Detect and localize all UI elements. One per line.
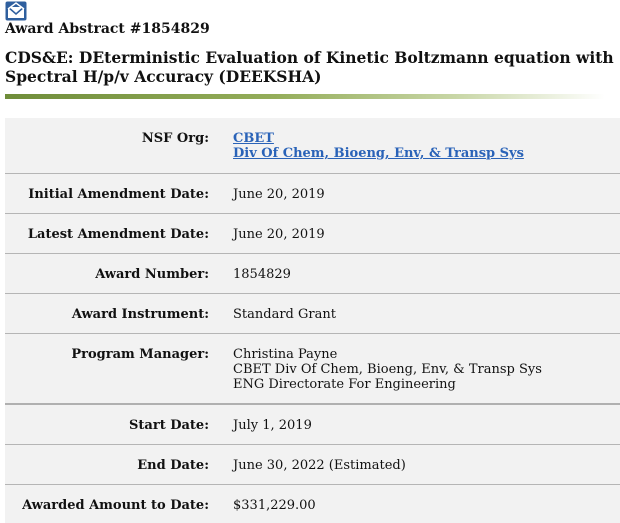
award-header: Award Abstract #1854829 CDS&E: DEtermini…: [0, 0, 620, 118]
program-manager-label: Program Manager:: [71, 347, 209, 362]
award-instrument-value: Standard Grant: [233, 307, 336, 322]
award-info-table: NSF Org: CBET Div Of Chem, Bioeng, Env, …: [5, 118, 620, 523]
row-program-manager: Program Manager: Christina Payne CBET Di…: [5, 334, 620, 405]
division-link[interactable]: Div Of Chem, Bioeng, Env, & Transp Sys: [233, 146, 524, 161]
nsf-org-label: NSF Org:: [141, 131, 209, 146]
latest-amendment-label: Latest Amendment Date:: [27, 227, 209, 242]
program-manager-division: CBET Div Of Chem, Bioeng, Env, & Transp …: [233, 362, 542, 377]
end-date-value: June 30, 2022 (Estimated): [233, 458, 406, 473]
row-end-date: End Date: June 30, 2022 (Estimated): [5, 445, 620, 485]
awarded-amount-value: $331,229.00: [233, 498, 316, 513]
program-manager-name: Christina Payne: [233, 347, 338, 362]
start-date-label: Start Date:: [129, 418, 209, 433]
header-divider: [5, 94, 605, 99]
start-date-value: July 1, 2019: [233, 418, 312, 433]
awarded-amount-label: Awarded Amount to Date:: [22, 498, 209, 513]
end-date-label: End Date:: [137, 458, 209, 473]
row-initial-amendment: Initial Amendment Date: June 20, 2019: [5, 174, 620, 214]
row-award-number: Award Number: 1854829: [5, 254, 620, 294]
award-title: CDS&E: DEterministic Evaluation of Kinet…: [5, 48, 614, 86]
row-start-date: Start Date: July 1, 2019: [5, 405, 620, 445]
award-number-value: 1854829: [233, 267, 291, 282]
award-number-label: Award Number:: [95, 267, 209, 282]
row-latest-amendment: Latest Amendment Date: June 20, 2019: [5, 214, 620, 254]
row-awarded-amount: Awarded Amount to Date: $331,229.00: [5, 485, 620, 523]
award-instrument-label: Award Instrument:: [71, 307, 209, 322]
program-manager-directorate: ENG Directorate For Engineering: [233, 377, 456, 392]
row-award-instrument: Award Instrument: Standard Grant: [5, 294, 620, 334]
initial-amendment-value: June 20, 2019: [233, 187, 325, 202]
award-id-heading: Award Abstract #1854829: [5, 21, 210, 37]
envelope-icon[interactable]: [5, 1, 27, 21]
row-nsf-org: NSF Org: CBET Div Of Chem, Bioeng, Env, …: [5, 118, 620, 174]
initial-amendment-label: Initial Amendment Date:: [28, 187, 209, 202]
latest-amendment-value: June 20, 2019: [233, 227, 325, 242]
cbet-link[interactable]: CBET: [233, 131, 524, 146]
